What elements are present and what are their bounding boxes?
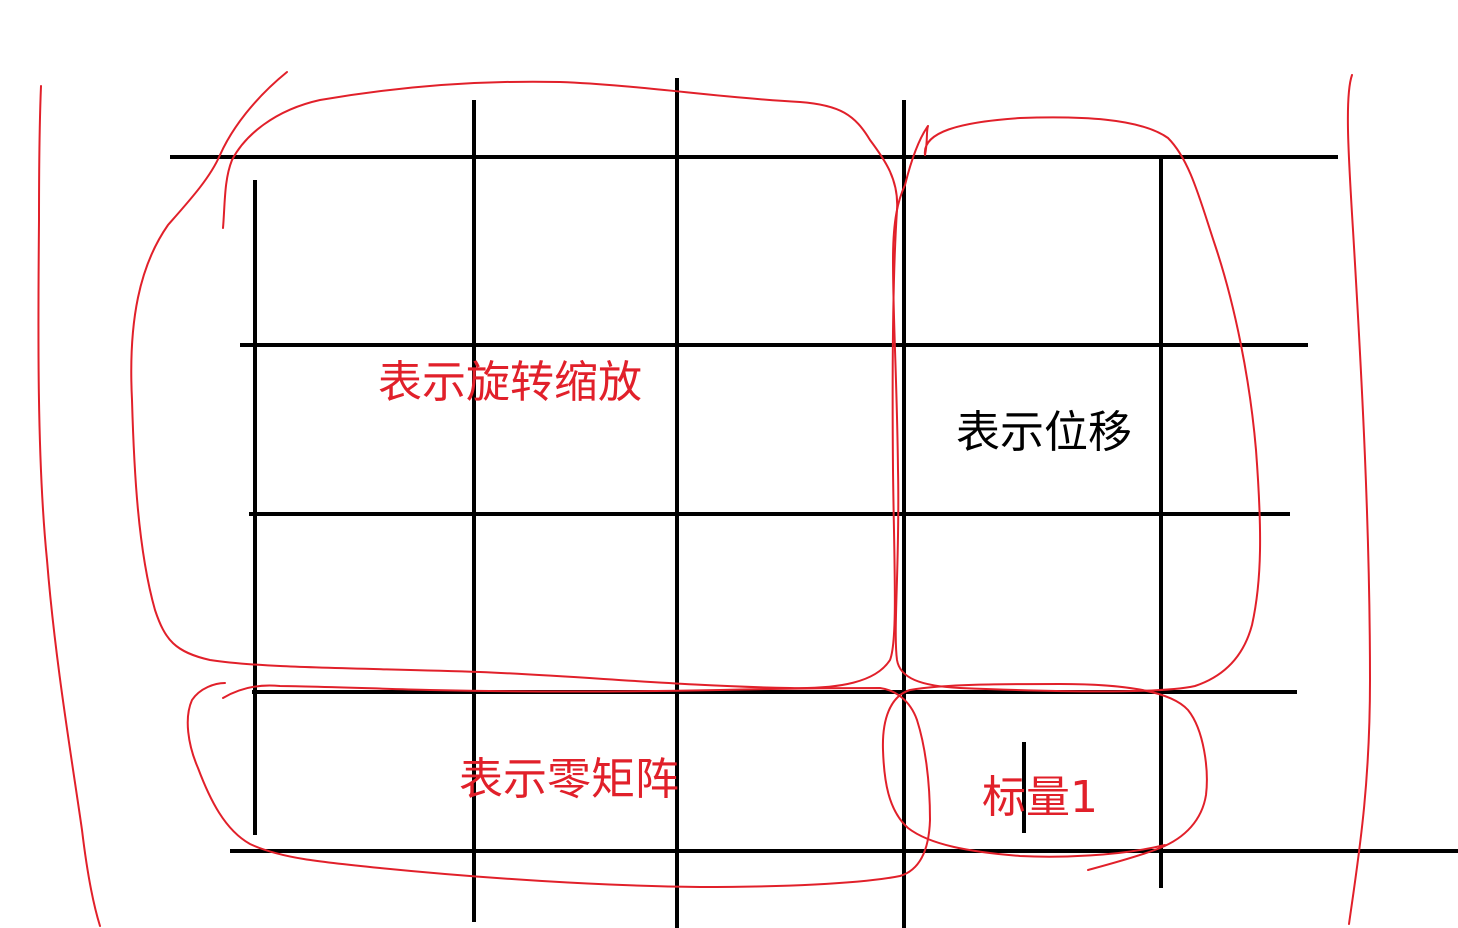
matrix-annotation-canvas: 表示旋转缩放 表示位移 表示零矩阵 标量1 xyxy=(0,0,1458,928)
scalar-one-label: 标量1 xyxy=(982,772,1098,823)
translation-label: 表示位移 xyxy=(956,407,1132,458)
rotation-scale-label: 表示旋转缩放 xyxy=(378,357,642,408)
zero-matrix-label: 表示零矩阵 xyxy=(459,754,679,805)
background xyxy=(0,0,1458,928)
